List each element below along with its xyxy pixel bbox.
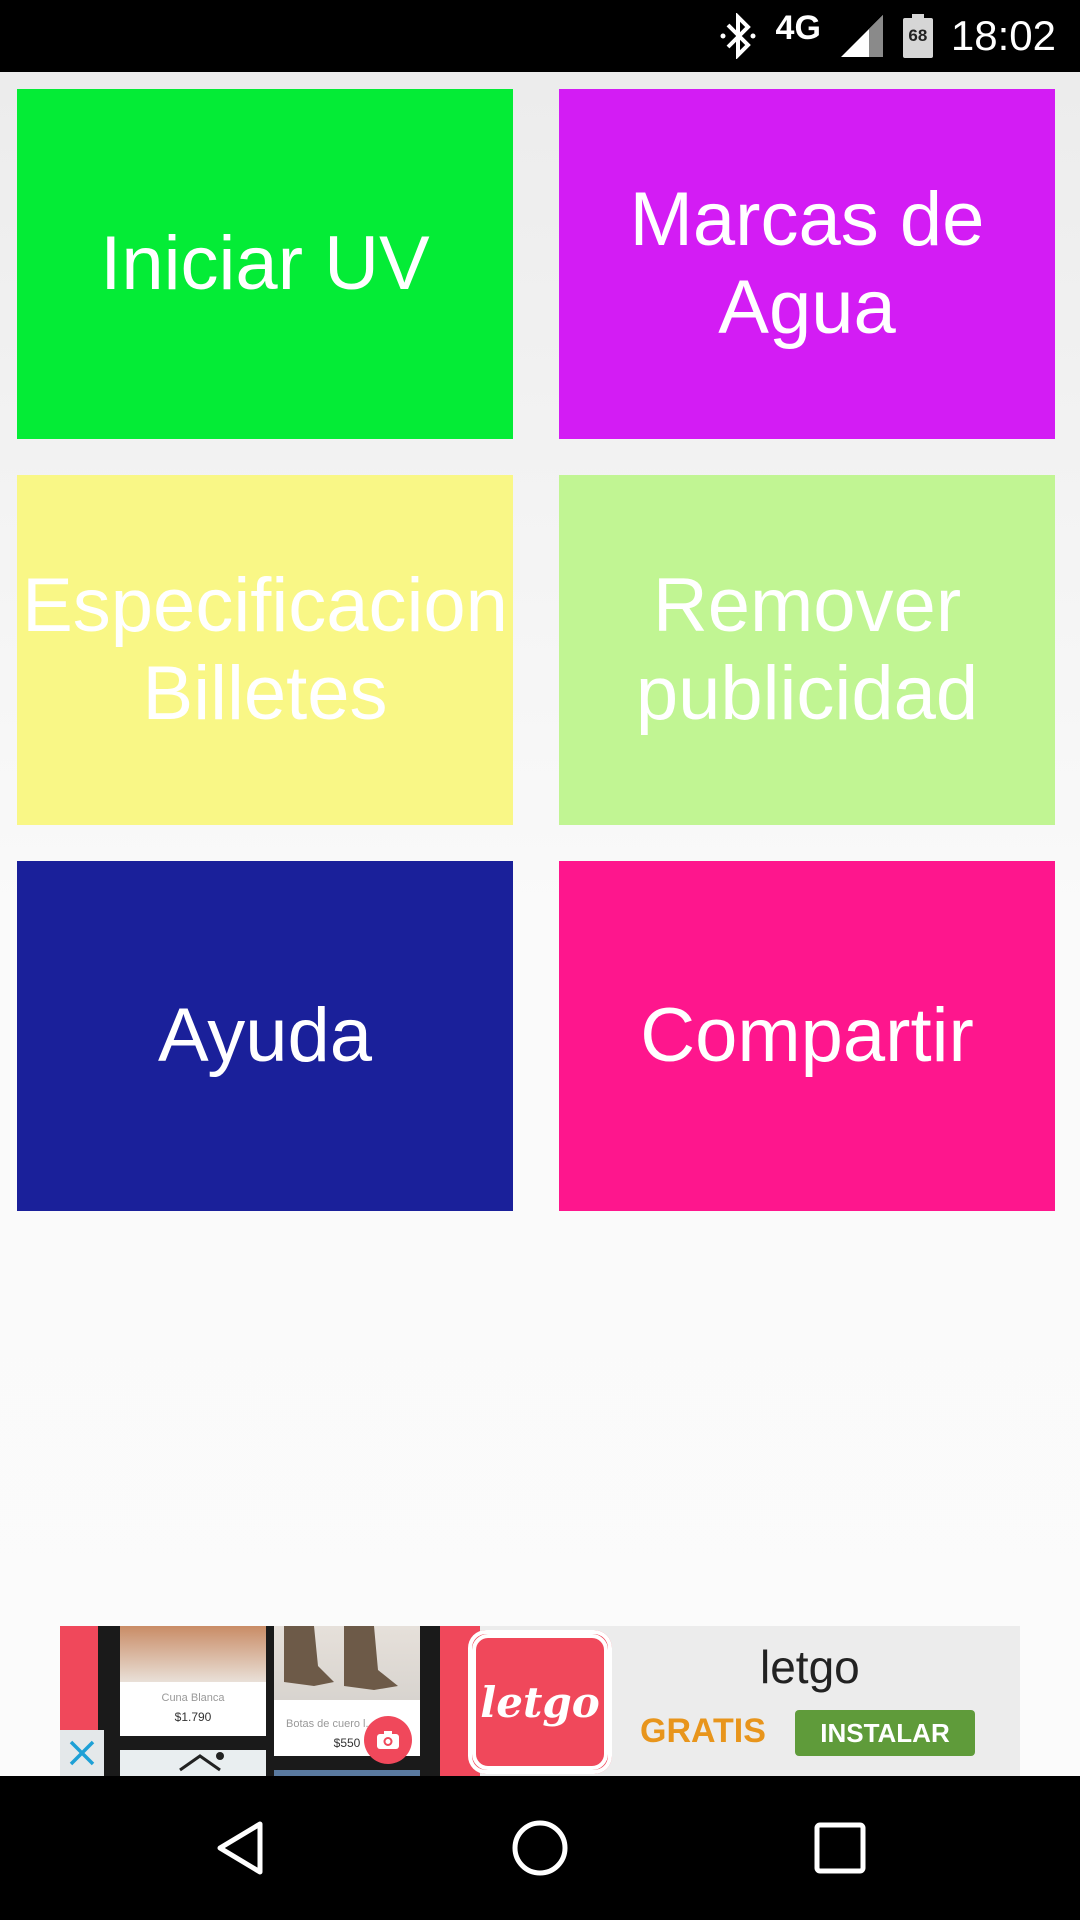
battery-level-label: 68 <box>908 26 928 45</box>
crib-image <box>120 1626 266 1682</box>
bike-image <box>179 1752 224 1772</box>
letgo-logo: letgo <box>468 1630 612 1774</box>
watermarks-label: Marcas de Agua <box>629 177 985 350</box>
remove-ads-button[interactable]: Remover publicidad <box>559 475 1055 825</box>
main-menu: Iniciar UV Marcas de Agua Especificacion… <box>0 72 1080 1776</box>
share-button[interactable]: Compartir <box>559 861 1055 1211</box>
recents-button[interactable] <box>810 1818 870 1878</box>
back-button[interactable] <box>210 1818 270 1878</box>
close-icon <box>69 1740 95 1766</box>
network-type-label: 4G <box>775 9 821 47</box>
ad-card-caption: Cuna Blanca <box>161 1692 225 1704</box>
ad-card-price: $1.790 <box>174 1710 212 1724</box>
help-label: Ayuda <box>157 993 373 1078</box>
letgo-logo-text: letgo <box>480 1677 600 1727</box>
navigation-bar <box>0 1776 1080 1920</box>
clock-time: 18:02 <box>950 12 1056 59</box>
ad-product-card <box>120 1750 266 1776</box>
home-icon <box>512 1820 568 1876</box>
home-button[interactable] <box>510 1818 570 1878</box>
camera-icon <box>364 1716 412 1764</box>
watermarks-button[interactable]: Marcas de Agua <box>559 89 1055 439</box>
ad-close-button[interactable] <box>60 1730 104 1776</box>
banknote-specs-button[interactable]: Especificacion Billetes <box>17 475 513 825</box>
bluetooth-icon <box>718 13 758 59</box>
recents-icon <box>814 1822 866 1874</box>
share-label: Compartir <box>640 993 974 1078</box>
ad-banner[interactable]: Cuna Blanca $1.790 Botas de cuero l... $… <box>60 1626 1020 1776</box>
ad-free-label: GRATIS <box>640 1712 766 1750</box>
start-uv-button[interactable]: Iniciar UV <box>17 89 513 439</box>
ad-brand-name: letgo <box>760 1641 860 1693</box>
remove-ads-label: Remover publicidad <box>635 563 979 736</box>
ad-product-card: Cuna Blanca $1.790 <box>120 1626 266 1736</box>
status-bar: 4G 68 18:02 <box>0 0 1080 72</box>
banknote-specs-label: Especificacion Billetes <box>22 563 508 736</box>
start-uv-label: Iniciar UV <box>100 221 430 306</box>
boots-image <box>274 1626 420 1700</box>
signal-icon <box>839 13 885 59</box>
ad-install-button[interactable]: INSTALAR <box>795 1710 975 1756</box>
battery-icon: 68 <box>902 14 933 58</box>
back-icon <box>217 1821 263 1875</box>
help-button[interactable]: Ayuda <box>17 861 513 1211</box>
